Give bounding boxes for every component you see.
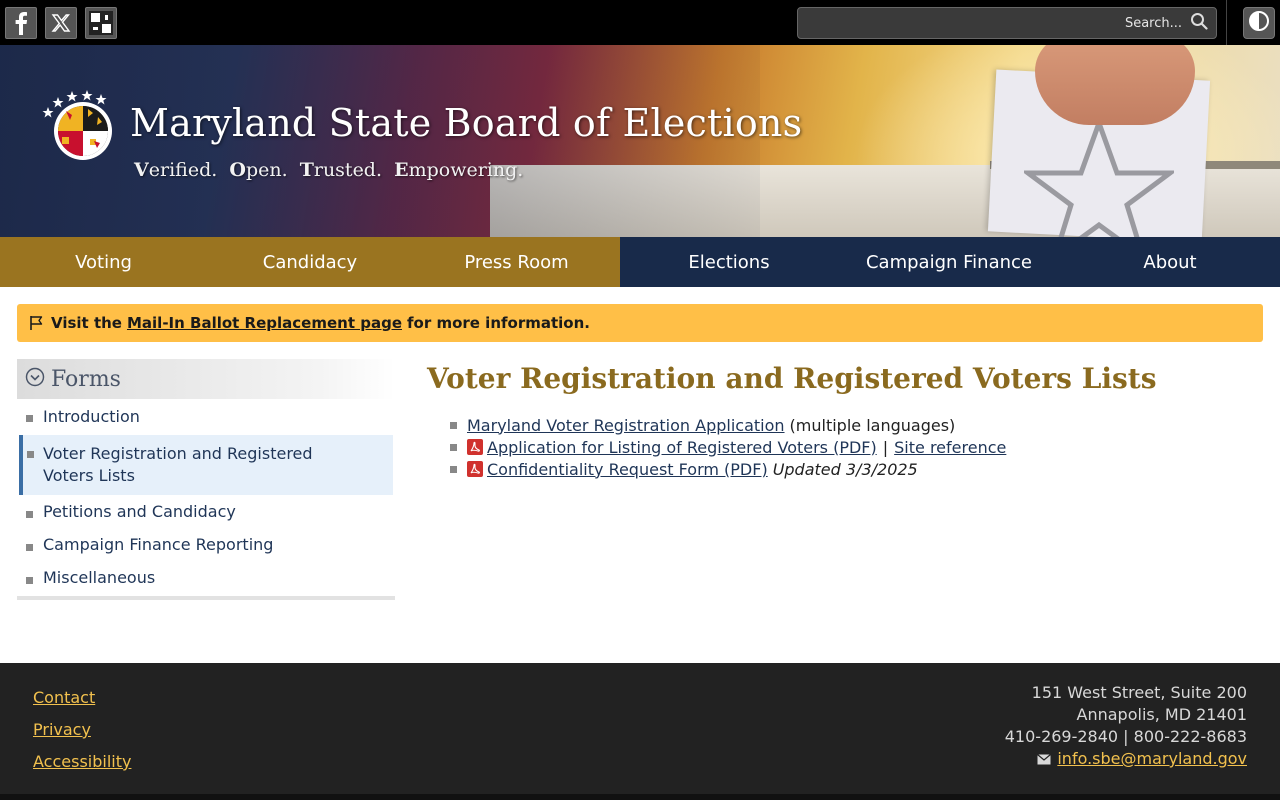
contrast-toggle-button[interactable] [1243,7,1275,39]
document-updated-note: Updated 3/3/2025 [772,459,918,479]
confidentiality-request-form-link[interactable]: Confidentiality Request Form (PDF) [487,460,768,479]
nav-item-elections[interactable]: Elections [620,237,838,287]
top-bar [0,0,1280,45]
site-reference-link[interactable]: Site reference [894,438,1006,457]
sidebar-heading[interactable]: Forms [17,359,395,399]
tagline-word: Verified. [134,159,218,181]
page-title: Voter Registration and Registered Voters… [427,362,1157,395]
maryland-flag-icon[interactable] [85,7,117,39]
tagline-word: Open. [229,159,288,181]
sidebar-item-label: Voter Registration and Registered Voters… [43,444,313,485]
tagline-word: Empowering. [394,159,524,181]
footer-email-link[interactable]: info.sbe@maryland.gov [1057,748,1247,770]
bullet-icon [26,544,33,551]
bullet-icon [450,422,457,429]
bullet-icon [26,415,33,422]
phone-numbers: 410-269-2840 | 800-222-8683 [1004,727,1247,746]
document-list: Maryland Voter Registration Application … [450,414,1006,480]
footer-link-privacy[interactable]: Privacy [33,719,131,751]
sidebar-item-voter-registration[interactable]: Voter Registration and Registered Voters… [19,435,393,495]
sidebar-item-campaign-finance-reporting[interactable]: Campaign Finance Reporting [17,528,395,561]
list-item: Confidentiality Request Form (PDF) Updat… [450,458,1006,480]
site-tagline: Verified. Open. Trusted. Empowering. [134,159,523,181]
listing-registered-voters-link[interactable]: Application for Listing of Registered Vo… [487,438,877,457]
pdf-icon [467,439,483,455]
search-box[interactable] [797,7,1217,39]
footer-links: Contact Privacy Accessibility [33,687,131,783]
nav-item-about[interactable]: About [1060,237,1280,287]
address-line: 151 West Street, Suite 200 [1031,683,1247,702]
sidebar: Forms Introduction Voter Registration an… [17,359,395,600]
footer-link-accessibility[interactable]: Accessibility [33,751,131,783]
sidebar-item-introduction[interactable]: Introduction [17,399,395,435]
footer: Contact Privacy Accessibility 151 West S… [0,663,1280,800]
footer-bottom-strip [0,794,1280,800]
footer-link-contact[interactable]: Contact [33,687,131,719]
bullet-icon [450,444,457,451]
sidebar-list: Introduction Voter Registration and Regi… [17,399,395,594]
sidebar-item-label: Campaign Finance Reporting [43,535,274,554]
bullet-icon [450,466,457,473]
nav-item-candidacy[interactable]: Candidacy [207,237,413,287]
contrast-icon [1248,10,1270,36]
x-icon[interactable] [45,7,77,39]
pdf-icon [467,461,483,477]
alert-prefix: Visit the [51,314,122,332]
list-item: Application for Listing of Registered Vo… [450,436,1006,458]
nav-item-voting[interactable]: Voting [0,237,207,287]
bullet-icon [26,577,33,584]
hand-image [1035,45,1195,125]
sidebar-item-miscellaneous[interactable]: Miscellaneous [17,561,395,594]
bullet-icon [26,511,33,518]
top-bar-divider [1226,0,1227,45]
sidebar-item-label: Introduction [43,407,140,426]
nav-item-campaign-finance[interactable]: Campaign Finance [838,237,1060,287]
main-nav: Voting Candidacy Press Room Elections Ca… [0,237,1280,287]
star-icon [1024,115,1174,237]
bullet-icon [27,451,34,458]
header-banner: Maryland State Board of Elections Verifi… [0,45,1280,237]
search-input[interactable] [798,15,1190,31]
document-note: (multiple languages) [789,415,956,435]
sidebar-item-petitions-candidacy[interactable]: Petitions and Candidacy [17,495,395,528]
voter-registration-application-link[interactable]: Maryland Voter Registration Application [467,416,785,435]
sidebar-heading-label: Forms [51,366,121,392]
email-row: info.sbe@maryland.gov [1005,748,1247,770]
alert-suffix: for more information. [407,314,590,332]
chevron-down-icon [25,367,45,391]
link-separator: | [882,437,889,457]
tagline-word: Trusted. [299,159,383,181]
flag-icon [29,315,45,331]
footer-address: 151 West Street, Suite 200 Annapolis, MD… [1005,682,1247,770]
alert-link[interactable]: Mail-In Ballot Replacement page [127,314,402,332]
sidebar-bottom-border [17,596,395,600]
facebook-icon[interactable] [5,7,37,39]
sidebar-item-label: Miscellaneous [43,568,156,587]
nav-item-press-room[interactable]: Press Room [413,237,620,287]
site-title[interactable]: Maryland State Board of Elections [130,101,802,145]
alert-banner: Visit the Mail-In Ballot Replacement pag… [17,304,1263,342]
search-icon[interactable] [1190,12,1208,34]
sidebar-item-label: Petitions and Candidacy [43,502,236,521]
list-item: Maryland Voter Registration Application … [450,414,1006,436]
address-line: Annapolis, MD 21401 [1076,705,1247,724]
mail-icon [1037,753,1052,765]
